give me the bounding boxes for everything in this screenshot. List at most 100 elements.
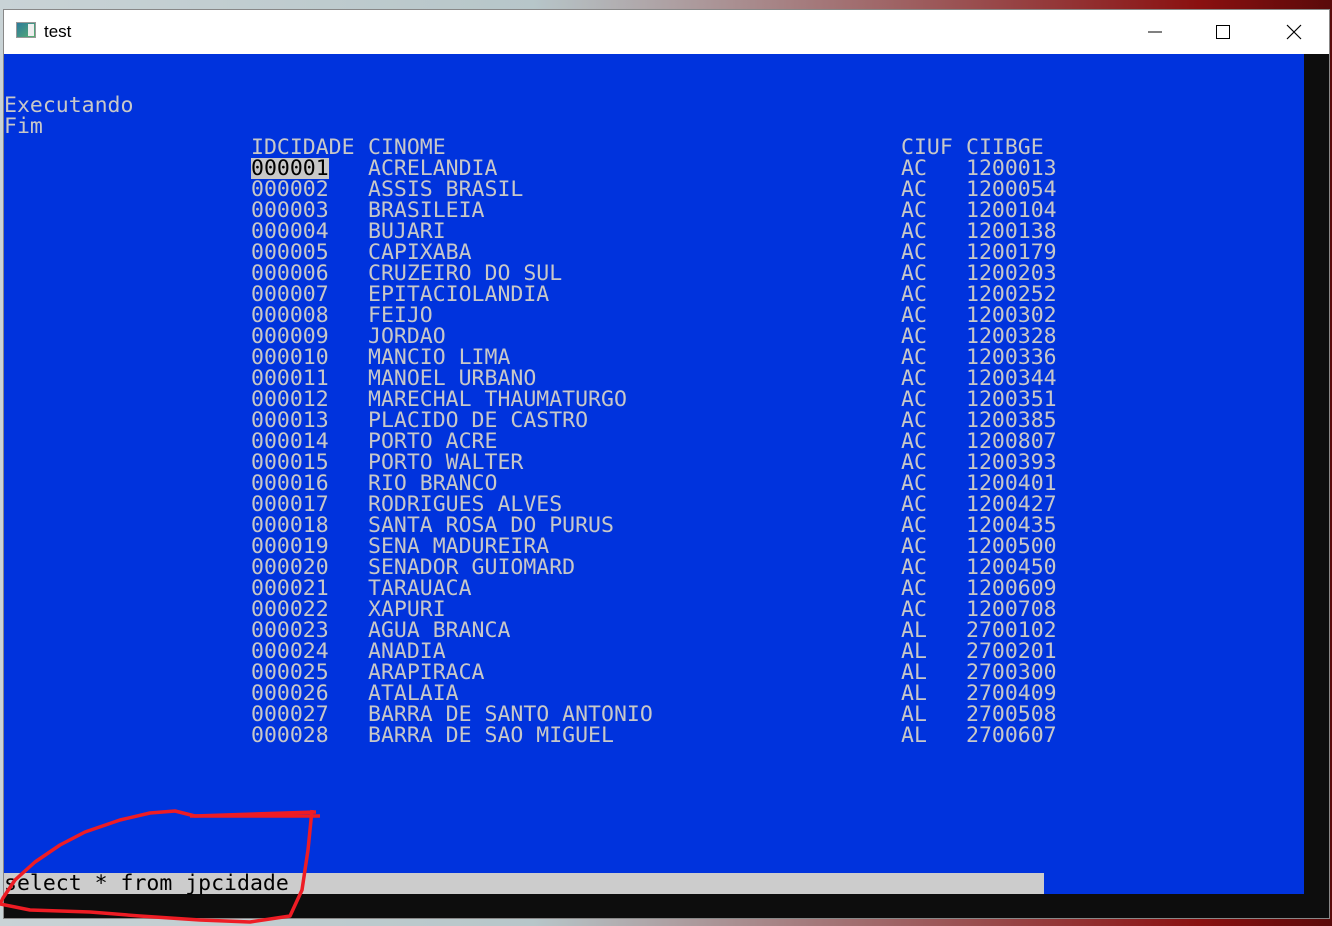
idcidade-cell: 000003 [251, 198, 329, 223]
ciibge-cell: 1200336 [966, 345, 1057, 370]
ciuf-cell: AC [901, 345, 927, 370]
table-row: 000022 XAPURI AC 1200708 [4, 597, 1304, 622]
idcidade-cell: 000025 [251, 660, 329, 685]
cinome-cell: TARAUACA [368, 576, 472, 601]
ciibge-cell: 1200401 [966, 471, 1057, 496]
ciuf-cell: AC [901, 450, 927, 475]
cinome-cell: ANADIA [368, 639, 446, 664]
idcidade-cell: 000020 [251, 555, 329, 580]
table-row: 000012 MARECHAL THAUMATURGO AC 1200351 [4, 387, 1304, 412]
table-row: 000008 FEIJO AC 1200302 [4, 305, 1304, 327]
ciuf-cell: AC [901, 429, 927, 454]
cinome-cell: CAPIXABA [368, 240, 472, 265]
command-input[interactable]: select * from jpcidade [4, 873, 1044, 894]
table-row: 000017 RODRIGUES ALVES AC 1200427 [4, 492, 1304, 517]
table-row: 000002 ASSIS BRASIL AC 1200054 [4, 177, 1304, 202]
ciuf-cell: AC [901, 555, 927, 580]
ciuf-cell: AC [901, 387, 927, 412]
ciibge-cell: 1200500 [966, 534, 1057, 559]
ciuf-cell: AL [901, 660, 927, 685]
ciuf-cell: AC [901, 198, 927, 223]
app-icon [16, 22, 36, 38]
ciuf-cell: AC [901, 240, 927, 265]
table-row: 000023 AGUA BRANCA AL 2700102 [4, 618, 1304, 643]
cinome-cell: BARRA DE SANTO ANTONIO [368, 702, 653, 727]
output-line: Executando [4, 93, 134, 118]
cinome-cell: SANTA ROSA DO PURUS [368, 513, 614, 538]
cinome-cell: MANCIO LIMA [368, 345, 511, 370]
ciuf-cell: AC [901, 177, 927, 202]
ciibge-cell: 2700508 [966, 702, 1057, 727]
close-button[interactable] [1271, 10, 1317, 54]
cinome-cell: RODRIGUES ALVES [368, 492, 563, 517]
cinome-cell: ARAPIRACA [368, 660, 485, 685]
idcidade-cell: 000009 [251, 324, 329, 349]
ciuf-cell: AC [901, 513, 927, 538]
ciuf-cell: AC [901, 282, 927, 307]
table-row: 000011 MANOEL URBANO AC 1200344 [4, 366, 1304, 391]
cinome-cell: AGUA BRANCA [368, 618, 511, 643]
ciibge-cell: 2700201 [966, 639, 1057, 664]
ciuf-cell: AL [901, 702, 927, 727]
table-row: 000006 CRUZEIRO DO SUL AC 1200203 [4, 261, 1304, 286]
cinome-cell: XAPURI [368, 597, 446, 622]
ciibge-cell: 1200013 [966, 156, 1057, 181]
idcidade-cell: 000026 [251, 681, 329, 706]
ciuf-cell: AL [901, 618, 927, 643]
cinome-cell: ASSIS BRASIL [368, 177, 524, 202]
title-bar: test [4, 10, 1329, 54]
cinome-cell: BARRA DE SAO MIGUEL [368, 723, 614, 748]
ciuf-cell: AC [901, 408, 927, 433]
cinome-cell: SENA MADUREIRA [368, 534, 550, 559]
idcidade-cell: 000012 [251, 387, 329, 412]
ciuf-cell: AC [901, 597, 927, 622]
column-header-idcidade: IDCIDADE [251, 135, 355, 160]
cinome-cell: BRASILEIA [368, 198, 485, 223]
ciuf-cell: AL [901, 639, 927, 664]
ciuf-cell: AC [901, 471, 927, 496]
idcidade-cell: 000027 [251, 702, 329, 727]
table-row: 000001 ACRELANDIA AC 1200013 [4, 158, 1304, 179]
idcidade-cell: 000004 [251, 219, 329, 244]
column-header-ciuf: CIUF [901, 135, 953, 160]
ciibge-cell: 2700300 [966, 660, 1057, 685]
minimize-button[interactable] [1132, 10, 1178, 54]
idcidade-cell: 000023 [251, 618, 329, 643]
table-row: 000014 PORTO ACRE AC 1200807 [4, 429, 1304, 454]
ciibge-cell: 1200609 [966, 576, 1057, 601]
idcidade-cell: 000005 [251, 240, 329, 265]
ciuf-cell: AL [901, 681, 927, 706]
idcidade-cell: 000024 [251, 639, 329, 664]
ciibge-cell: 1200328 [966, 324, 1057, 349]
ciibge-cell: 1200344 [966, 366, 1057, 391]
cinome-cell: EPITACIOLANDIA [368, 282, 550, 307]
table-row: 000005 CAPIXABA AC 1200179 [4, 240, 1304, 265]
table-row: 000019 SENA MADUREIRA AC 1200500 [4, 534, 1304, 559]
cinome-cell: PLACIDO DE CASTRO [368, 408, 589, 433]
ciibge-cell: 1200179 [966, 240, 1057, 265]
idcidade-cell: 000028 [251, 723, 329, 748]
table-row: 000009 JORDAO AC 1200328 [4, 324, 1304, 349]
ciibge-cell: 2700102 [966, 618, 1057, 643]
ciibge-cell: 2700409 [966, 681, 1057, 706]
cinome-cell: PORTO WALTER [368, 450, 524, 475]
idcidade-cell: 000018 [251, 513, 329, 538]
maximize-icon [1216, 25, 1230, 39]
table-row: 000007 EPITACIOLANDIA AC 1200252 [4, 282, 1304, 307]
cinome-cell: ACRELANDIA [368, 156, 498, 181]
ciibge-cell: 1200252 [966, 282, 1057, 307]
idcidade-cell: 000001 [251, 156, 329, 181]
ciuf-cell: AC [901, 492, 927, 517]
ciuf-cell: AC [901, 261, 927, 286]
table-header: IDCIDADE CINOME CIUF CIIBGE [4, 135, 1304, 160]
maximize-button[interactable] [1200, 10, 1246, 54]
ciibge-cell: 1200708 [966, 597, 1057, 622]
table-row: 000015 PORTO WALTER AC 1200393 [4, 450, 1304, 475]
ciibge-cell: 1200351 [966, 387, 1057, 412]
ciibge-cell: 1200104 [966, 198, 1057, 223]
table-row: 000010 MANCIO LIMA AC 1200336 [4, 345, 1304, 370]
table-row: 000004 BUJARI AC 1200138 [4, 219, 1304, 244]
ciibge-cell: 1200393 [966, 450, 1057, 475]
cinome-cell: BUJARI [368, 219, 446, 244]
table-row: 000028 BARRA DE SAO MIGUEL AL 2700607 [4, 723, 1304, 748]
